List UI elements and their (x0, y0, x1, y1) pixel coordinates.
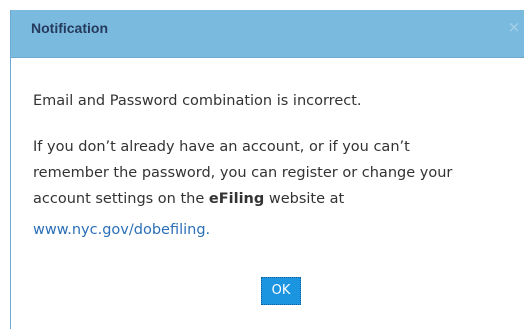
efiling-brand-text: eFiling (208, 191, 265, 207)
ok-button[interactable]: OK (261, 277, 301, 305)
notification-dialog: Notification × Email and Password combin… (10, 10, 524, 329)
close-icon[interactable]: × (507, 19, 521, 35)
help-text-line: account settings on the eFiling website … (33, 186, 513, 212)
help-text-line: If you don’t already have an account, or… (33, 139, 410, 155)
help-text-line: remember the password, you can register … (33, 165, 453, 181)
error-message: Email and Password combination is incorr… (33, 93, 362, 109)
help-text-prefix: account settings on the (33, 191, 209, 207)
help-text-suffix: website at (264, 191, 345, 207)
dialog-header: Notification × (11, 10, 524, 58)
dialog-title: Notification (31, 20, 108, 36)
efiling-link[interactable]: www.nyc.gov/dobefiling. (33, 212, 513, 248)
dialog-body: Email and Password combination is incorr… (33, 88, 513, 248)
